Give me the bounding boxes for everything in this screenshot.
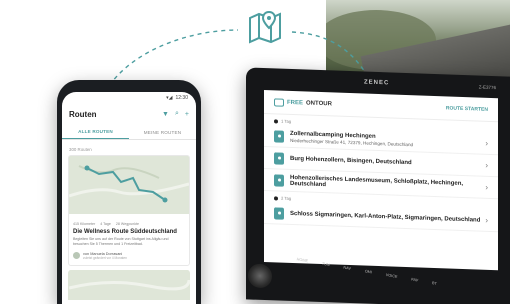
stop-name: Schloss Sigmaringen, Karl-Anton-Platz, S… bbox=[290, 210, 481, 224]
signal-icon: ▾◢ bbox=[166, 94, 173, 101]
freeontour-logo: FREE ONTOUR bbox=[274, 97, 332, 108]
omi-button[interactable]: OMI bbox=[364, 269, 372, 274]
logo-mark-icon bbox=[274, 97, 284, 107]
chevron-right-icon: › bbox=[485, 138, 488, 148]
nav-button[interactable]: NAV bbox=[343, 266, 351, 271]
day-dot-icon bbox=[274, 195, 278, 201]
stop-name: Hohenzollerisches Landesmuseum, Schloßpl… bbox=[290, 174, 464, 188]
brand-logo: ZENEC bbox=[364, 79, 390, 87]
page-title: Routen bbox=[69, 109, 97, 119]
location-pin-icon bbox=[274, 173, 284, 187]
phone-screen: ▾◢ 12:30 Routen ▼ ⌕ + ALLE ROUTEN MEINE … bbox=[62, 92, 196, 304]
fav-button[interactable]: FAV bbox=[411, 277, 418, 282]
voice-button[interactable]: VOICE bbox=[385, 273, 397, 279]
status-time: 12:30 bbox=[175, 94, 188, 101]
second-route-map-thumbnail[interactable] bbox=[68, 269, 191, 300]
day-dot-icon bbox=[274, 118, 278, 124]
avatar bbox=[73, 252, 80, 260]
tuner-button[interactable]: TUN bbox=[322, 262, 330, 267]
route-description: Begleiten Sie uns auf der Route von Stut… bbox=[73, 237, 169, 246]
head-unit-screen: FREE ONTOUR ROUTE STARTEN 1 Tag Zollernal… bbox=[264, 90, 498, 271]
filter-icon[interactable]: ▼ bbox=[162, 111, 169, 118]
stop-name: Burg Hohenzollern, Bisingen, Deutschland bbox=[290, 155, 412, 166]
chevron-right-icon: › bbox=[485, 182, 488, 192]
location-pin-icon bbox=[274, 206, 284, 220]
add-icon[interactable]: + bbox=[185, 111, 189, 118]
model-label: Z-E3776 bbox=[478, 84, 496, 91]
route-distance: 415 Kilometer bbox=[73, 222, 96, 226]
map-location-icon bbox=[249, 10, 281, 44]
chevron-right-icon: › bbox=[485, 160, 488, 170]
route-meta: 415 Kilometer 4 Tage 28 Wegpunkte bbox=[69, 219, 189, 229]
location-pin-icon bbox=[274, 151, 284, 165]
bt-button[interactable]: BT bbox=[432, 281, 437, 286]
route-tabs: ALLE ROUTEN MEINE ROUTEN bbox=[62, 125, 196, 140]
route-author: von Manuela Dorrasani zuletzt geändert v… bbox=[69, 249, 189, 265]
route-waypoints: 28 Wegpunkte bbox=[115, 222, 140, 226]
search-icon[interactable]: ⌕ bbox=[175, 110, 179, 118]
author-date: zuletzt geändert vor 4 Monaten bbox=[83, 255, 127, 260]
route-count: 300 Routen bbox=[69, 147, 92, 152]
volume-knob[interactable] bbox=[248, 263, 272, 289]
tab-all-routes[interactable]: ALLE ROUTEN bbox=[62, 125, 129, 139]
route-card[interactable]: 415 Kilometer 4 Tage 28 Wegpunkte Die We… bbox=[68, 155, 190, 266]
route-map-thumbnail bbox=[69, 156, 189, 214]
location-pin-icon bbox=[274, 129, 284, 143]
phone-status-bar: ▾◢ 12:30 bbox=[62, 92, 196, 103]
chevron-right-icon: › bbox=[485, 215, 488, 225]
start-route-button[interactable]: ROUTE STARTEN bbox=[446, 105, 488, 112]
tab-my-routes[interactable]: MEINE ROUTEN bbox=[129, 125, 196, 139]
car-head-unit: ZENEC Z-E3776 FREE ONTOUR ROUTE STARTEN 1… bbox=[246, 67, 510, 304]
app-header: Routen ▼ ⌕ + bbox=[62, 103, 196, 125]
route-title: Die Wellness Route Süddeutschland bbox=[73, 229, 177, 235]
route-duration: 4 Tage bbox=[100, 222, 111, 226]
smartphone: ▾◢ 12:30 Routen ▼ ⌕ + ALLE ROUTEN MEINE … bbox=[57, 80, 201, 304]
